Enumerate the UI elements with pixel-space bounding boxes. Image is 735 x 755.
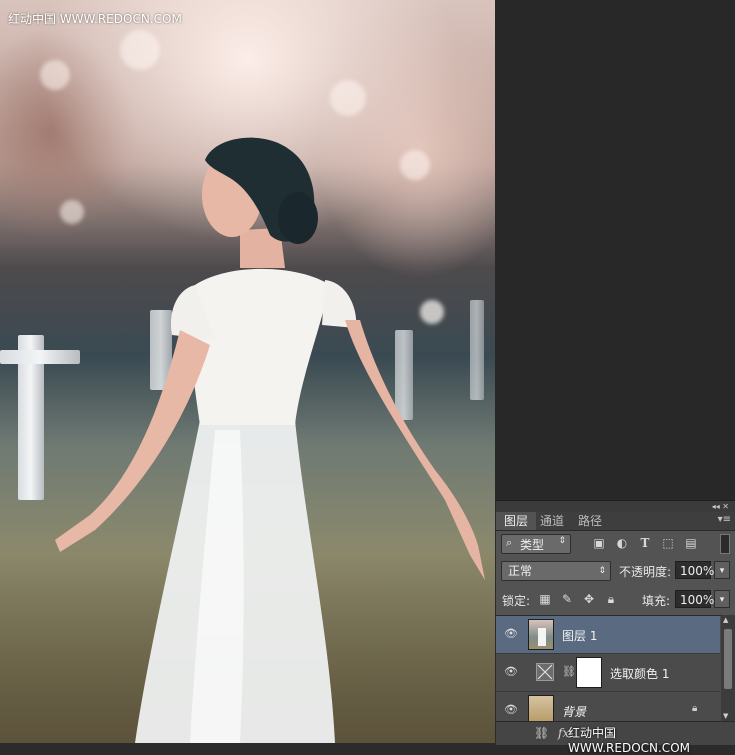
filter-type-select[interactable]: ⌕ 类型 ⇕ <box>501 534 571 554</box>
eye-icon[interactable]: 👁︎ <box>504 665 518 678</box>
layers-list: 👁︎ 图层 1 👁︎ ⛓︎ 选取颜色 1 👁︎ 背景 🔒︎ <box>496 615 735 726</box>
tab-layers[interactable]: 图层 <box>496 512 537 530</box>
watermark: 红动中国 WWW.REDOCN.COM <box>568 726 690 755</box>
eye-icon[interactable]: 👁︎ <box>504 703 518 716</box>
panel-menu-icon[interactable]: ▾≡ <box>718 514 731 525</box>
filter-type-label: 类型 <box>520 538 545 552</box>
lock-all-icon[interactable]: 🔒︎ <box>604 592 618 606</box>
layer-name[interactable]: 选取颜色 1 <box>610 665 669 682</box>
blend-row: 正常 ⇕ 不透明度: 100% ▾ <box>496 560 735 584</box>
scroll-up-icon[interactable]: ▲ <box>723 616 728 624</box>
collapse-icon[interactable]: ◂◂ ✕ <box>712 501 729 512</box>
selective-color-adjustment-icon <box>536 663 554 681</box>
filter-row: ⌕ 类型 ⇕ ▣ ◐ T ⬚ ▤ <box>496 531 735 557</box>
tab-paths[interactable]: 路径 <box>570 512 610 530</box>
smart-object-filter-icon[interactable]: ▤ <box>684 536 698 550</box>
lock-transparent-pixels-icon[interactable]: ▦ <box>538 592 552 606</box>
panel-title-bar[interactable]: ◂◂ ✕ <box>496 501 735 512</box>
layer-row[interactable]: 👁︎ 背景 🔒︎ <box>496 692 720 726</box>
layer-mask-thumbnail[interactable] <box>576 657 602 688</box>
tab-channels[interactable]: 通道 <box>532 512 572 530</box>
scroll-down-icon[interactable]: ▼ <box>723 712 728 720</box>
layer-name[interactable]: 图层 1 <box>562 627 597 644</box>
opacity-label: 不透明度: <box>619 565 672 579</box>
opacity-input[interactable]: 100% <box>675 561 714 579</box>
lock-label: 锁定: <box>502 594 531 608</box>
panel-tabs: 图层 通道 路径 ▾≡ <box>496 512 735 531</box>
layers-bottom-toolbar: ⛓︎ fx 红动中国 WWW.REDOCN.COM <box>496 721 735 755</box>
fill-dropdown-icon[interactable]: ▾ <box>714 590 730 608</box>
layers-panel: ◂◂ ✕ 图层 通道 路径 ▾≡ ⌕ 类型 ⇕ ▣ ◐ T ⬚ ▤ 正常 ⇕ 不… <box>496 500 735 755</box>
shape-filter-icon[interactable]: ⬚ <box>661 536 675 550</box>
type-filter-icon[interactable]: T <box>638 536 652 550</box>
layer-row[interactable]: 👁︎ ⛓︎ 选取颜色 1 <box>496 654 720 692</box>
workspace-background <box>495 0 735 500</box>
layers-scrollbar[interactable]: ▲ ▼ <box>721 615 735 721</box>
lock-row: 锁定: ▦ ✎ ✥ 🔒︎ 填充: 100% ▾ <box>496 589 735 613</box>
fill-label: 填充: <box>642 594 671 608</box>
fill-input[interactable]: 100% <box>675 590 714 608</box>
watermark: 红动中国 WWW.REDOCN.COM <box>8 12 182 26</box>
eye-icon[interactable]: 👁︎ <box>504 627 518 640</box>
link-layers-icon[interactable]: ⛓︎ <box>534 726 549 740</box>
stepper-icon: ⇕ <box>558 536 566 546</box>
photo-canvas: 红动中国 WWW.REDOCN.COM <box>0 0 495 743</box>
filter-toggle[interactable] <box>720 534 730 554</box>
image-filter-icon[interactable]: ▣ <box>592 536 606 550</box>
chain-link-icon[interactable]: ⛓︎ <box>562 665 576 678</box>
scroll-thumb[interactable] <box>724 629 732 689</box>
layer-thumbnail <box>528 619 554 650</box>
blend-mode-select[interactable]: 正常 ⇕ <box>501 561 611 581</box>
search-icon: ⌕ <box>506 536 513 549</box>
layer-name[interactable]: 背景 <box>562 703 586 720</box>
opacity-dropdown-icon[interactable]: ▾ <box>714 561 730 579</box>
layer-row[interactable]: 👁︎ 图层 1 <box>496 616 720 654</box>
thumbnail-figure <box>538 628 546 646</box>
lock-image-pixels-icon[interactable]: ✎ <box>560 592 574 606</box>
blend-mode-value: 正常 <box>508 564 533 578</box>
lock-position-icon[interactable]: ✥ <box>582 592 596 606</box>
lock-icon: 🔒︎ <box>692 703 698 714</box>
stepper-icon: ⇕ <box>598 566 606 576</box>
woman-figure <box>55 137 485 743</box>
adjustment-filter-icon[interactable]: ◐ <box>615 536 629 550</box>
